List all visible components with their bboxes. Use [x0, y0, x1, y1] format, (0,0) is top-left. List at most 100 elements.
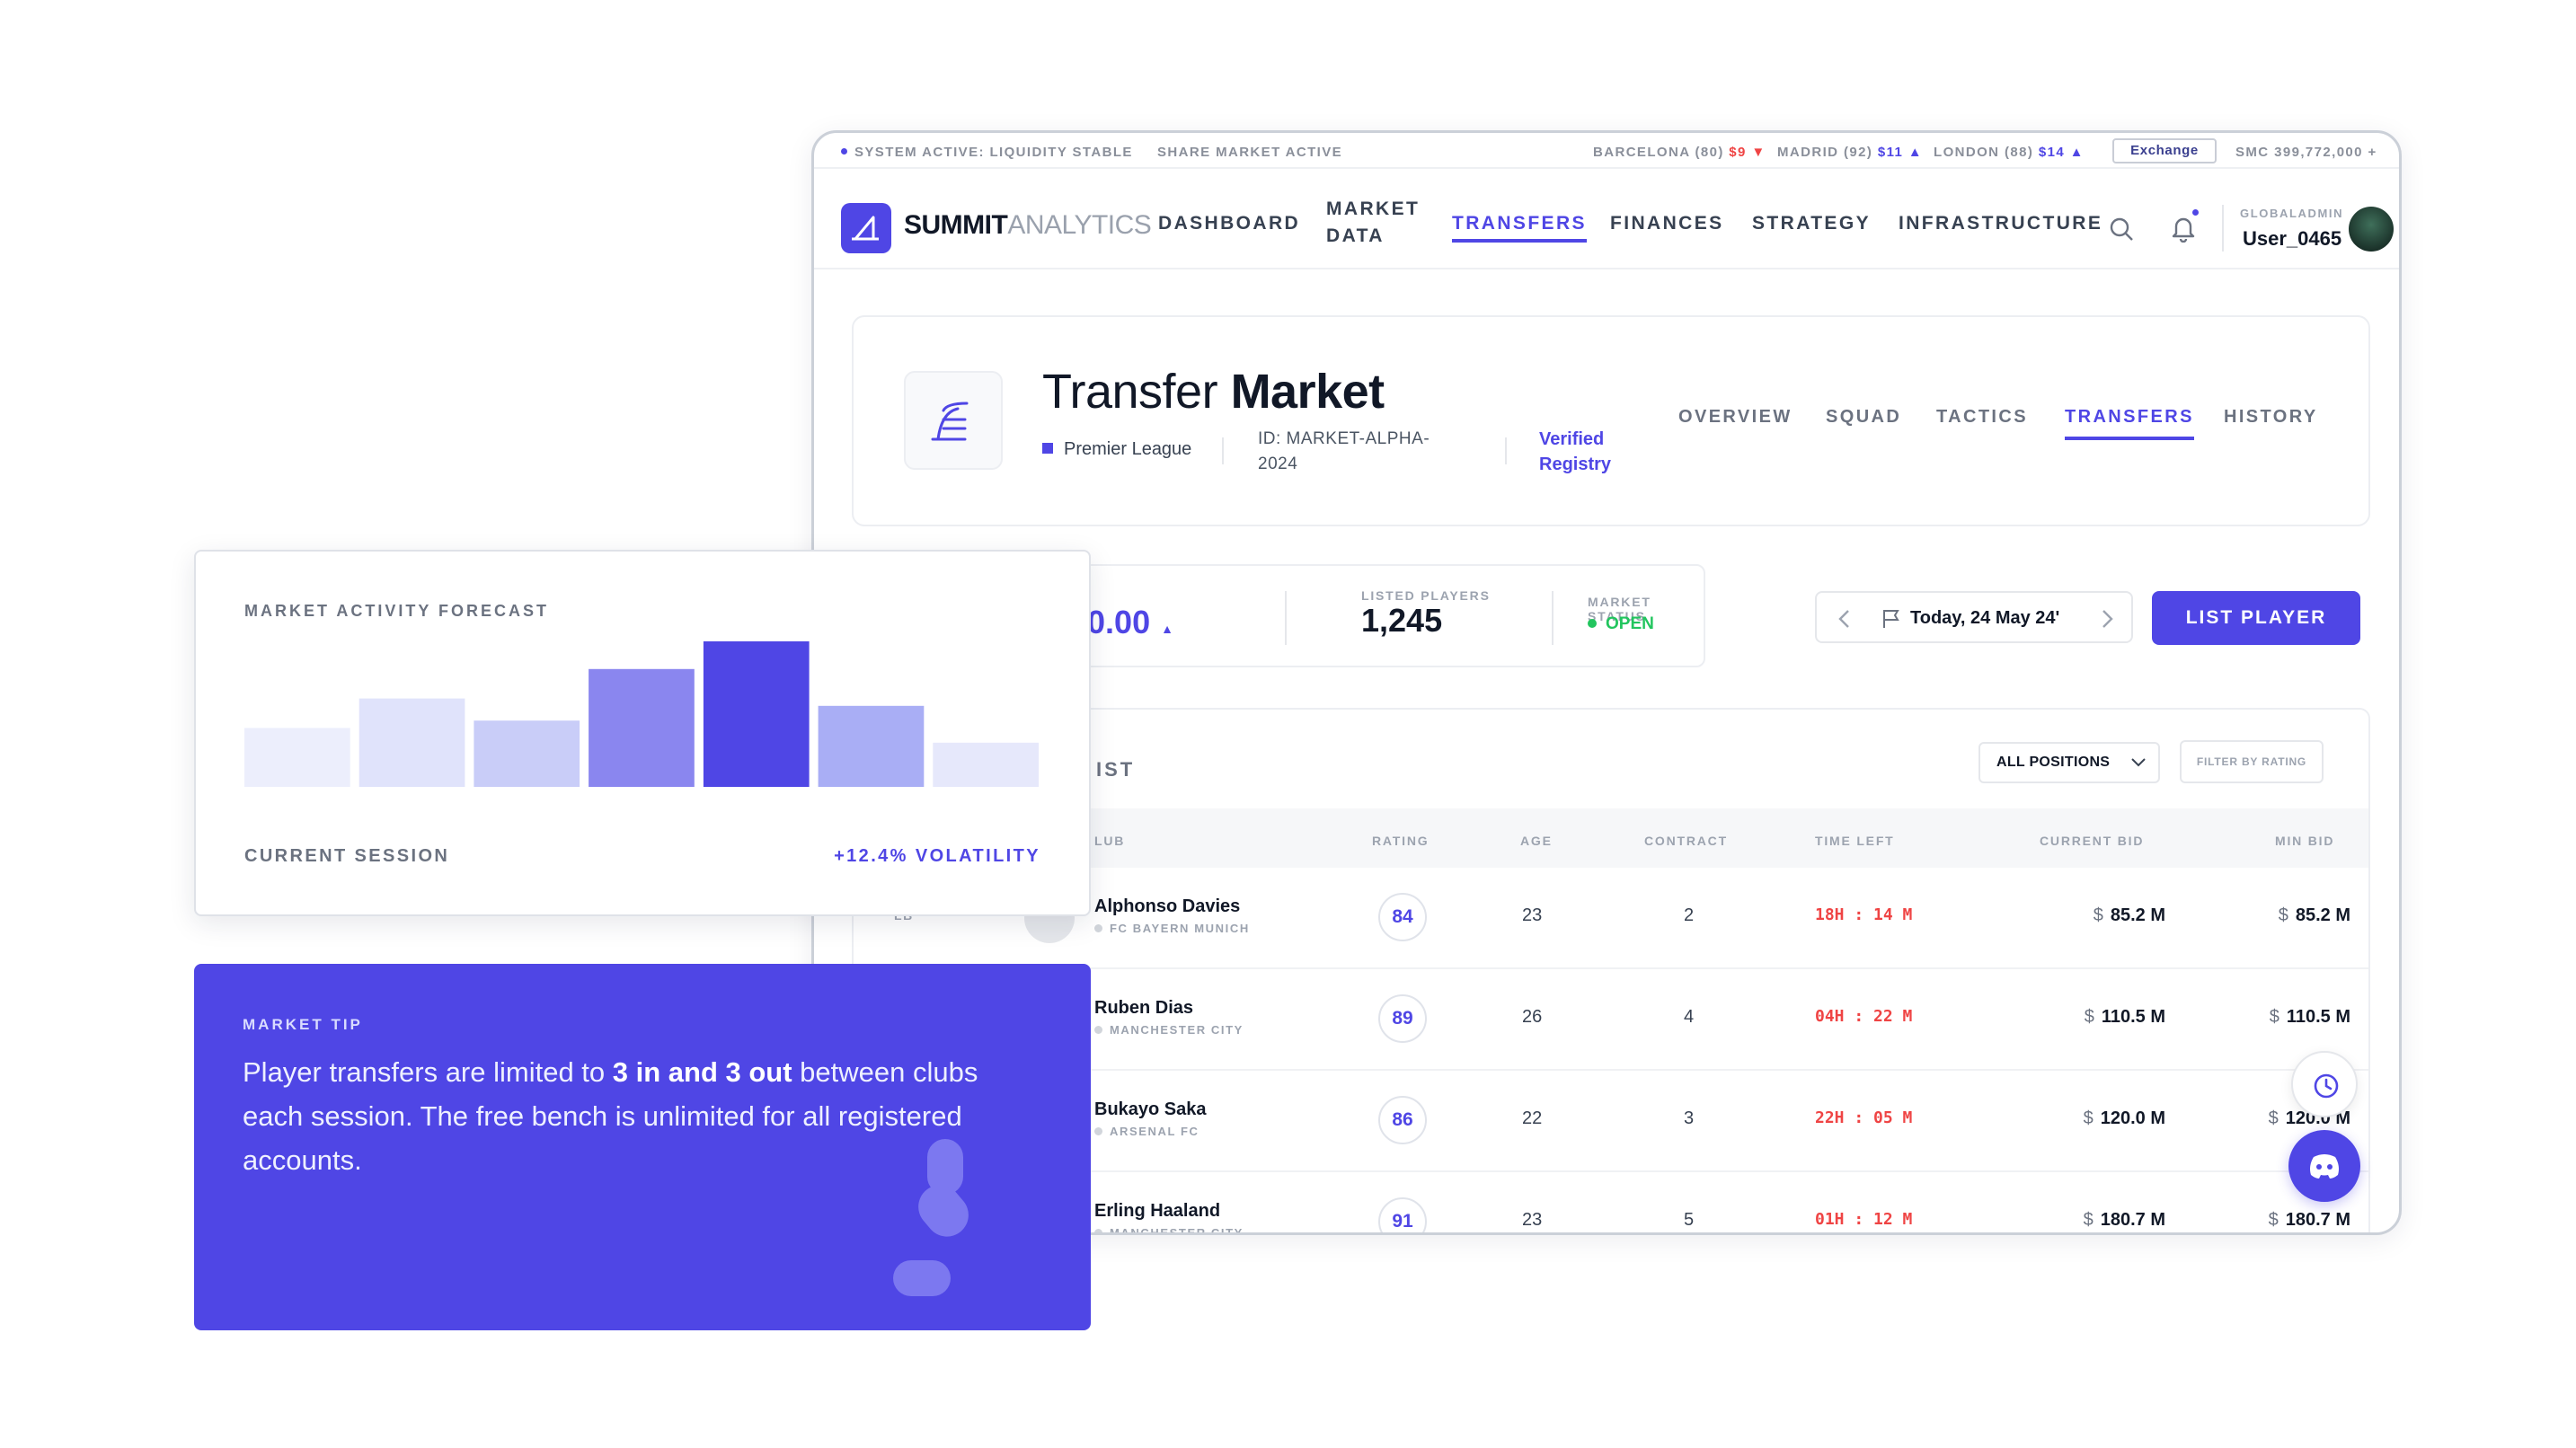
page-header-card: Transfer Market Premier League ID: MARKE… — [852, 315, 2370, 526]
tab-transfers[interactable]: TRANSFERS — [2065, 407, 2194, 440]
col-current-bid[interactable]: CURRENT BID — [2040, 834, 2144, 848]
chat-button[interactable] — [2288, 1130, 2360, 1202]
chevron-left-icon[interactable] — [1835, 607, 1855, 635]
current-session-label: CURRENT SESSION — [244, 846, 450, 866]
search-icon[interactable] — [2108, 216, 2135, 247]
date-picker[interactable]: Today, 24 May 24' — [1815, 591, 2133, 643]
forecast-bar — [359, 698, 465, 787]
table-title: IST — [1096, 758, 1136, 781]
exchange-button[interactable]: Exchange — [2112, 138, 2217, 163]
min-bid: $110.5 M — [2269, 1007, 2350, 1027]
nav-infrastructure[interactable]: INFRASTRUCTURE — [1899, 210, 2102, 237]
page-title: Transfer Market — [1042, 365, 1385, 419]
col-time-left[interactable]: TIME LEFT — [1815, 834, 1895, 848]
col-age[interactable]: AGE — [1520, 834, 1553, 848]
nav-dashboard[interactable]: DASHBOARD — [1158, 210, 1300, 237]
history-button[interactable] — [2291, 1051, 2358, 1117]
nav-market-data[interactable]: MARKET DATA — [1326, 196, 1425, 250]
ticker-bar: SYSTEM ACTIVE: LIQUIDITY STABLE SHARE MA… — [814, 133, 2399, 169]
player-name[interactable]: Alphonso Davies — [1094, 896, 1240, 917]
chevron-down-icon — [2131, 758, 2146, 767]
player-name[interactable]: Bukayo Saka — [1094, 1099, 1207, 1120]
forecast-bar — [244, 728, 350, 787]
tab-squad[interactable]: SQUAD — [1826, 407, 1901, 428]
divider — [2222, 205, 2224, 252]
player-name[interactable]: Erling Haaland — [1094, 1201, 1220, 1222]
player-name[interactable]: Ruben Dias — [1094, 998, 1193, 1019]
forecast-bar-chart — [244, 641, 1039, 787]
notification-dot — [2192, 209, 2199, 216]
ticker-madrid: MADRID (92) $11 ▲ — [1777, 145, 1924, 160]
divider — [1552, 591, 1554, 645]
top-nav: SUMMITANALYTICS DASHBOARD MARKET DATA TR… — [814, 169, 2399, 269]
market-status-value: OPEN — [1588, 614, 1654, 634]
league-swatch — [1042, 443, 1053, 454]
current-bid: $110.5 M — [2084, 1007, 2165, 1027]
player-age: 22 — [1522, 1108, 1543, 1128]
user-name: User_0465 — [2243, 227, 2342, 250]
min-bid: $85.2 M — [2278, 905, 2350, 925]
avatar[interactable] — [2349, 207, 2394, 252]
forecast-bar — [933, 742, 1039, 787]
filter-by-rating-button[interactable]: FILTER BY RATING — [2180, 740, 2324, 783]
nav-transfers[interactable]: TRANSFERS — [1452, 210, 1587, 243]
user-role: GLOBALADMIN — [2240, 207, 2344, 220]
league-label: Premier League — [1042, 439, 1191, 460]
nav-strategy[interactable]: STRATEGY — [1752, 210, 1871, 237]
listed-players-value: 1,245 — [1361, 602, 1443, 639]
brand-name: SUMMITANALYTICS — [904, 210, 1152, 240]
ticker-london: LONDON (88) $14 ▲ — [1934, 145, 2085, 160]
verified-registry-link[interactable]: Verified Registry — [1539, 427, 1647, 477]
discord-icon — [2310, 1154, 2339, 1179]
col-club[interactable]: LUB — [1094, 834, 1125, 848]
col-rating[interactable]: RATING — [1372, 834, 1429, 848]
time-left: 22H : 05 M — [1815, 1108, 1913, 1127]
decorative-shape — [893, 1260, 951, 1296]
col-min-bid[interactable]: MIN BID — [2275, 834, 2334, 848]
list-player-button[interactable]: LIST PLAYER — [2152, 591, 2360, 645]
bell-icon[interactable] — [2170, 214, 2197, 247]
logo-icon[interactable] — [841, 203, 891, 253]
nav-finances[interactable]: FINANCES — [1610, 210, 1724, 237]
time-left: 18H : 14 M — [1815, 905, 1913, 924]
tip-text: Player transfers are limited to 3 in and… — [243, 1056, 978, 1176]
current-bid: $120.0 M — [2083, 1108, 2165, 1128]
player-rating: 91 — [1378, 1197, 1427, 1232]
position-select[interactable]: ALL POSITIONS — [1978, 742, 2160, 783]
current-bid: $85.2 M — [2093, 905, 2165, 925]
status-dot — [841, 148, 847, 155]
player-age: 26 — [1522, 1007, 1543, 1027]
col-contract[interactable]: CONTRACT — [1644, 834, 1728, 848]
player-club: FC BAYERN MUNICH — [1094, 922, 1250, 935]
tab-tactics[interactable]: TACTICS — [1936, 407, 2028, 428]
player-rating: 89 — [1378, 994, 1427, 1043]
down-arrow-icon: ▼ — [1746, 145, 1766, 160]
player-contract: 5 — [1684, 1210, 1695, 1230]
share-status: SHARE MARKET ACTIVE — [1157, 145, 1343, 160]
ticker-barcelona: BARCELONA (80) $9 ▼ — [1593, 145, 1766, 160]
market-id: ID: MARKET-ALPHA-2024 — [1258, 429, 1430, 473]
player-contract: 3 — [1684, 1108, 1695, 1128]
up-arrow-icon: ▲ — [2065, 145, 2085, 160]
date-value: Today, 24 May 24' — [1910, 608, 2060, 628]
market-tip-card: MARKET TIP Player transfers are limited … — [194, 964, 1091, 1330]
player-age: 23 — [1522, 1210, 1543, 1230]
decorative-shape — [909, 1176, 978, 1246]
smc-value: SMC 399,772,000 + — [2235, 145, 2377, 160]
player-club: ARSENAL FC — [1094, 1125, 1199, 1138]
forecast-card: MARKET ACTIVITY FORECAST CURRENT SESSION… — [194, 550, 1091, 916]
chevron-right-icon[interactable] — [2097, 607, 2117, 635]
tab-overview[interactable]: OVERVIEW — [1678, 407, 1793, 428]
tab-history[interactable]: HISTORY — [2224, 407, 2318, 428]
up-arrow-icon: ▲ — [1903, 145, 1924, 160]
current-bid: $180.7 M — [2083, 1210, 2165, 1230]
system-status: SYSTEM ACTIVE: LIQUIDITY STABLE — [841, 145, 1133, 160]
divider — [1285, 591, 1287, 645]
player-club: MANCHESTER CITY — [1094, 1226, 1244, 1232]
forecast-bar — [703, 641, 810, 787]
player-contract: 2 — [1684, 905, 1695, 925]
market-icon — [904, 371, 1003, 470]
player-club: MANCHESTER CITY — [1094, 1023, 1244, 1037]
forecast-bar — [474, 720, 580, 787]
flag-icon — [1880, 608, 1903, 634]
